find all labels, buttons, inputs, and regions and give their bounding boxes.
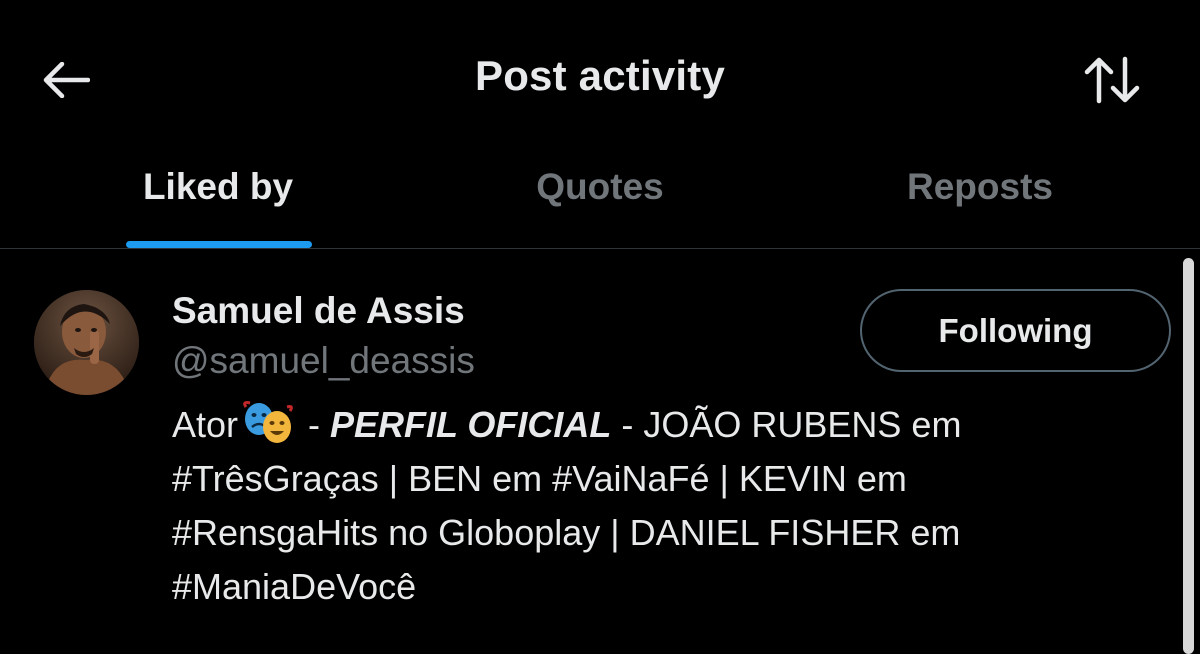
scrollbar[interactable] — [1183, 258, 1194, 654]
bio-line-4: #ManiaDeVocê — [172, 566, 417, 607]
user-list-item[interactable]: Samuel de Assis @samuel_deassis Followin… — [0, 248, 1180, 654]
tab-label: Quotes — [536, 166, 664, 207]
tab-quotes[interactable]: Quotes — [470, 150, 730, 248]
user-bio: Ator - PERFIL OFICIAL - JOÃO RUBENS em #… — [172, 398, 1162, 614]
tab-reposts[interactable]: Reposts — [850, 150, 1110, 248]
bio-line-1: Ator - PERFIL OFICIAL - JOÃO RUBENS em — [172, 398, 1162, 452]
bio-text: - JOÃO RUBENS em — [611, 404, 962, 445]
bio-text-emphasis: PERFIL OFICIAL — [330, 404, 612, 445]
bio-line-2: #TrêsGraças | BEN em #VaiNaFé | KEVIN em — [172, 458, 907, 499]
avatar[interactable] — [34, 290, 139, 395]
active-tab-indicator — [126, 241, 312, 248]
tab-bar: Liked by Quotes Reposts — [0, 150, 1200, 249]
following-button[interactable]: Following — [860, 289, 1171, 372]
page-title: Post activity — [474, 52, 726, 99]
top-bar: Post activity — [0, 0, 1200, 150]
profile-photo — [34, 290, 139, 395]
tab-label: Reposts — [907, 166, 1053, 207]
user-display-name: Samuel de Assis — [172, 290, 465, 331]
sort-button[interactable] — [1080, 52, 1144, 108]
sort-arrows-icon — [1084, 56, 1140, 104]
bio-text: Ator — [172, 404, 239, 445]
tab-label: Liked by — [142, 166, 294, 207]
tab-liked-by[interactable]: Liked by — [88, 150, 348, 248]
user-handle: @samuel_deassis — [172, 340, 475, 381]
performing-arts-icon — [243, 401, 293, 443]
bio-line-3: #RensgaHits no Globoplay | DANIEL FISHER… — [172, 512, 961, 553]
bio-text: - — [298, 404, 331, 445]
